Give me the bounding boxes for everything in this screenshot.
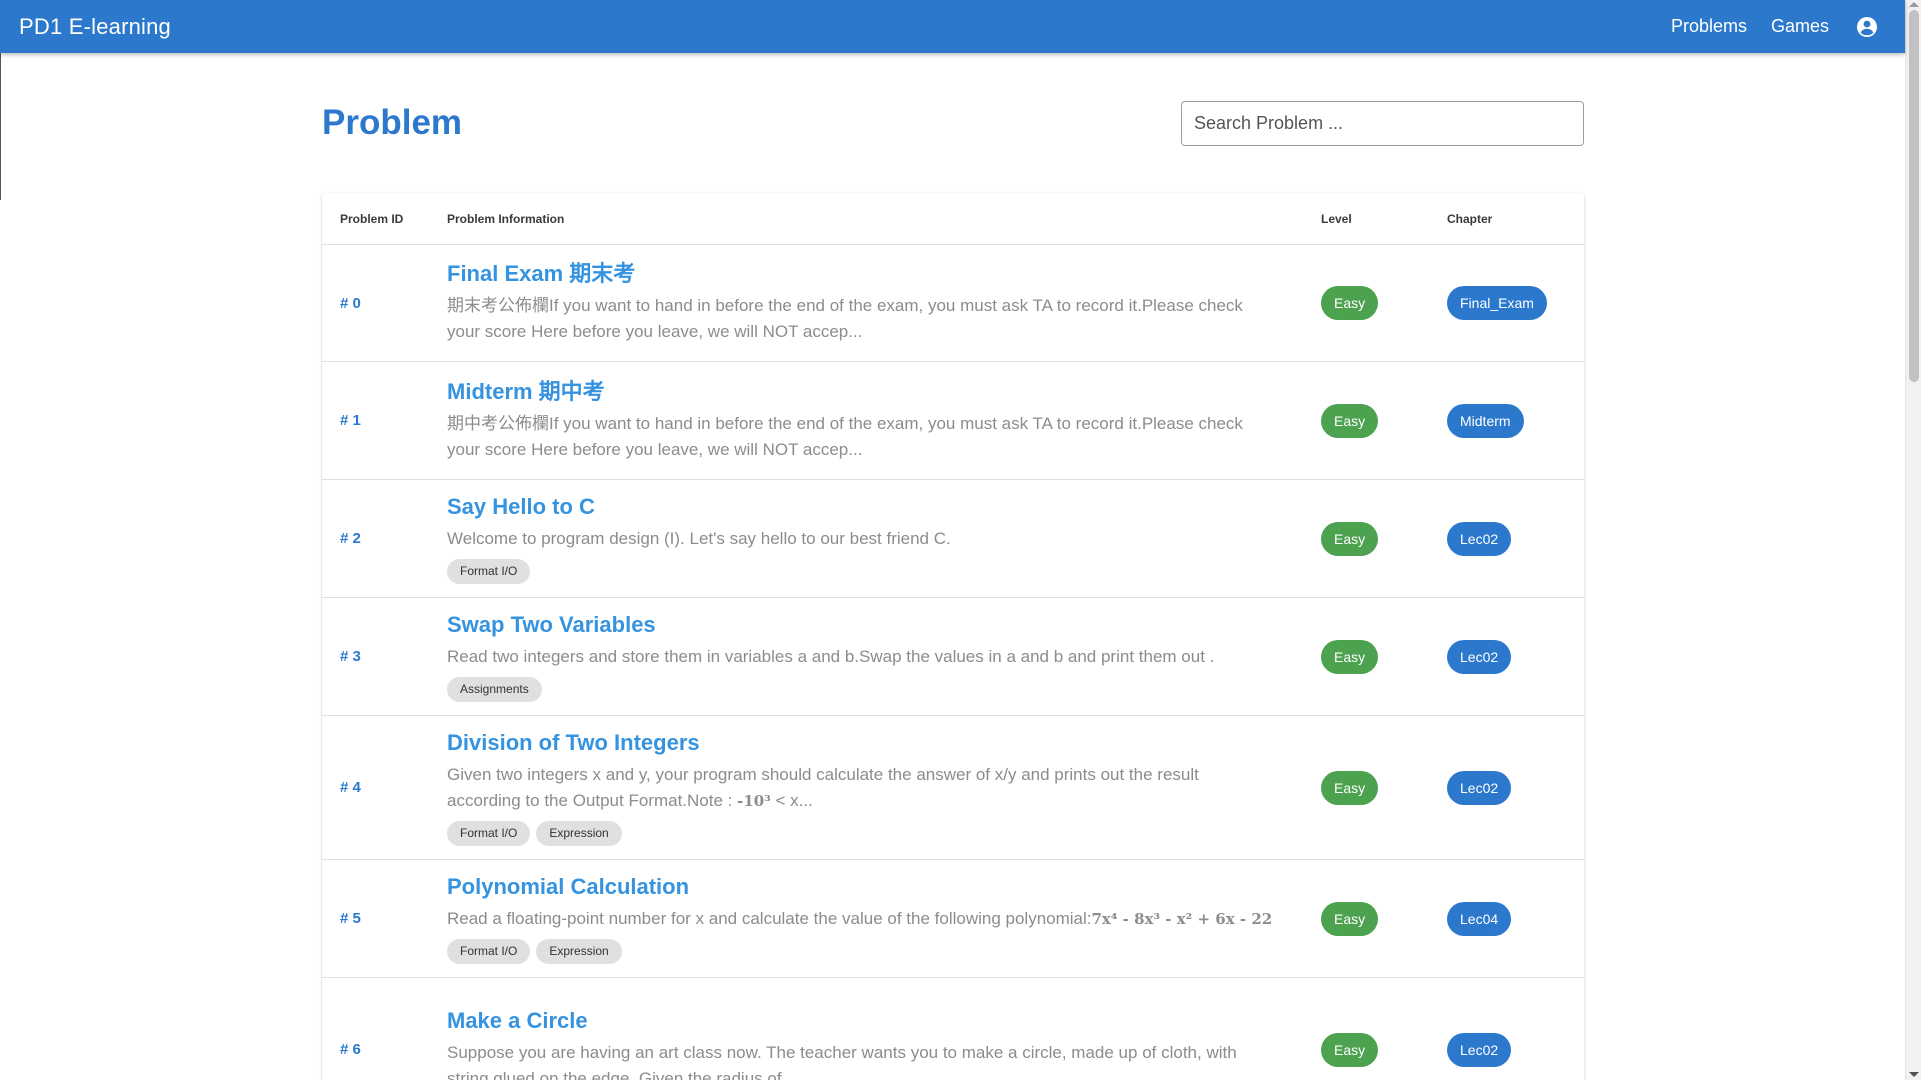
scroll-up-arrow-icon[interactable] xyxy=(1909,2,1919,7)
table-row[interactable]: # 2 Say Hello to C Welcome to program de… xyxy=(322,480,1584,598)
tag-chip[interactable]: Assignments xyxy=(447,676,542,702)
tag-list: Format I/O xyxy=(447,558,1321,584)
problem-id: # 4 xyxy=(340,779,361,796)
app-viewport: PD1 E-learning Problems Games Problem Pr… xyxy=(0,0,1921,1080)
app-title[interactable]: PD1 E-learning xyxy=(19,14,1647,40)
problem-id: # 5 xyxy=(340,910,361,927)
nav-games-link[interactable]: Games xyxy=(1771,16,1829,37)
problem-description: Suppose you are having an art class now.… xyxy=(447,1042,1237,1080)
header-level[interactable]: Level xyxy=(1321,212,1447,226)
level-cell: Easy xyxy=(1321,770,1447,805)
math-expression: -10³ xyxy=(737,791,771,810)
table-header: Problem ID Problem Information Level Cha… xyxy=(322,193,1584,245)
level-badge: Easy xyxy=(1321,770,1379,805)
problem-id: # 0 xyxy=(340,294,361,312)
problem-description: Welcome to program design (I). Let's say… xyxy=(447,528,951,548)
scroll-thumb[interactable] xyxy=(1909,10,1919,382)
chapter-cell: Lec02 xyxy=(1447,1032,1584,1067)
search-input[interactable] xyxy=(1181,101,1584,146)
chapter-badge[interactable]: Lec02 xyxy=(1447,1032,1512,1067)
header-problem-info[interactable]: Problem Information xyxy=(447,212,1321,226)
tag-chip[interactable]: Expression xyxy=(536,820,622,846)
app-bar: PD1 E-learning Problems Games xyxy=(0,0,1905,53)
tag-chip[interactable]: Expression xyxy=(536,938,622,964)
level-badge: Easy xyxy=(1321,286,1379,320)
chapter-badge[interactable]: Lec02 xyxy=(1447,639,1512,674)
chapter-badge[interactable]: Midterm xyxy=(1447,403,1524,438)
level-badge: Easy xyxy=(1321,521,1379,556)
level-badge: Easy xyxy=(1321,901,1379,936)
chapter-badge[interactable]: Lec04 xyxy=(1447,901,1512,936)
problem-title-link[interactable]: Final Exam 期末考 xyxy=(447,260,1321,288)
tag-list: Assignments xyxy=(447,676,1321,702)
chapter-cell: Lec04 xyxy=(1447,901,1584,936)
level-cell: Easy xyxy=(1321,286,1447,320)
problem-id: # 3 xyxy=(340,648,361,665)
description-text: Read a floating-point number for x and c… xyxy=(447,908,1092,928)
page-title: Problem xyxy=(322,103,463,142)
table-row[interactable]: # 3 Swap Two Variables Read two integers… xyxy=(322,598,1584,716)
description-text: Given two integers x and y, your program… xyxy=(447,764,1199,810)
level-badge: Easy xyxy=(1321,639,1379,674)
level-cell: Easy xyxy=(1321,639,1447,674)
problem-id: # 1 xyxy=(340,412,361,429)
chapter-cell: Final_Exam xyxy=(1447,286,1584,320)
table-row[interactable]: # 0 Final Exam 期末考 期末考公佈欄If you want to … xyxy=(322,245,1584,362)
level-cell: Easy xyxy=(1321,1032,1447,1067)
tag-chip[interactable]: Format I/O xyxy=(447,938,531,964)
account-circle-icon[interactable] xyxy=(1855,15,1879,39)
header-chapter[interactable]: Chapter xyxy=(1447,212,1584,226)
tag-chip[interactable]: Format I/O xyxy=(447,558,531,584)
problem-info: Make a Circle Suppose you are having an … xyxy=(447,997,1321,1080)
problem-info: Polynomial Calculation Read a floating-p… xyxy=(447,863,1321,975)
page-header: Problem xyxy=(322,53,1584,193)
tag-list: Format I/O Expression xyxy=(447,938,1321,964)
problem-info: Say Hello to C Welcome to program design… xyxy=(447,483,1321,595)
level-cell: Easy xyxy=(1321,521,1447,556)
page-scrollbar[interactable] xyxy=(1905,0,1921,1080)
problem-title-link[interactable]: Division of Two Integers xyxy=(447,729,1321,757)
table-row[interactable]: # 6 Make a Circle Suppose you are having… xyxy=(322,978,1584,1080)
problem-title-link[interactable]: Polynomial Calculation xyxy=(447,873,1321,901)
level-cell: Easy xyxy=(1321,403,1447,438)
math-expression: 7x⁴ - 8x³ - x² + 6x - 22 xyxy=(1091,909,1273,928)
problem-id: # 6 xyxy=(340,1041,361,1058)
problem-title-link[interactable]: Midterm 期中考 xyxy=(447,378,1321,406)
level-cell: Easy xyxy=(1321,901,1447,936)
table-row[interactable]: # 1 Midterm 期中考 期中考公佈欄If you want to han… xyxy=(322,362,1584,480)
problem-description: 期中考公佈欄If you want to hand in before the … xyxy=(447,413,1243,459)
problem-description: Read a floating-point number for x and c… xyxy=(447,906,1297,932)
problem-info: Division of Two Integers Given two integ… xyxy=(447,719,1321,857)
chapter-cell: Lec02 xyxy=(1447,639,1584,674)
header-problem-id[interactable]: Problem ID xyxy=(322,212,447,226)
nav-problems-link[interactable]: Problems xyxy=(1671,16,1747,37)
table-row[interactable]: # 4 Division of Two Integers Given two i… xyxy=(322,716,1584,860)
problem-id: # 2 xyxy=(340,530,361,547)
problem-description: Given two integers x and y, your program… xyxy=(447,762,1277,814)
problem-description: 期末考公佈欄If you want to hand in before the … xyxy=(447,296,1243,341)
tag-list: Format I/O Expression xyxy=(447,820,1321,846)
description-tail: < x... xyxy=(770,790,813,810)
problem-table: Problem ID Problem Information Level Cha… xyxy=(322,193,1584,1080)
chapter-cell: Lec02 xyxy=(1447,521,1584,556)
chapter-badge[interactable]: Lec02 xyxy=(1447,521,1512,556)
problem-info: Midterm 期中考 期中考公佈欄If you want to hand in… xyxy=(447,368,1321,474)
level-badge: Easy xyxy=(1321,403,1379,438)
main-content: Problem Problem ID Problem Information L… xyxy=(322,53,1584,1080)
chapter-cell: Midterm xyxy=(1447,403,1584,438)
chapter-cell: Lec02 xyxy=(1447,770,1584,805)
problem-title-link[interactable]: Make a Circle xyxy=(447,1007,1321,1035)
problem-description: Read two integers and store them in vari… xyxy=(447,646,1215,666)
problem-info: Final Exam 期末考 期末考公佈欄If you want to hand… xyxy=(447,250,1321,356)
level-badge: Easy xyxy=(1321,1032,1379,1067)
problem-title-link[interactable]: Say Hello to C xyxy=(447,493,1321,521)
problem-title-link[interactable]: Swap Two Variables xyxy=(447,611,1321,639)
scroll-down-arrow-icon[interactable] xyxy=(1909,1072,1919,1077)
window-edge xyxy=(0,53,1,200)
chapter-badge[interactable]: Final_Exam xyxy=(1447,286,1547,320)
chapter-badge[interactable]: Lec02 xyxy=(1447,770,1512,805)
table-row[interactable]: # 5 Polynomial Calculation Read a floati… xyxy=(322,860,1584,978)
tag-chip[interactable]: Format I/O xyxy=(447,820,531,846)
problem-info: Swap Two Variables Read two integers and… xyxy=(447,601,1321,713)
